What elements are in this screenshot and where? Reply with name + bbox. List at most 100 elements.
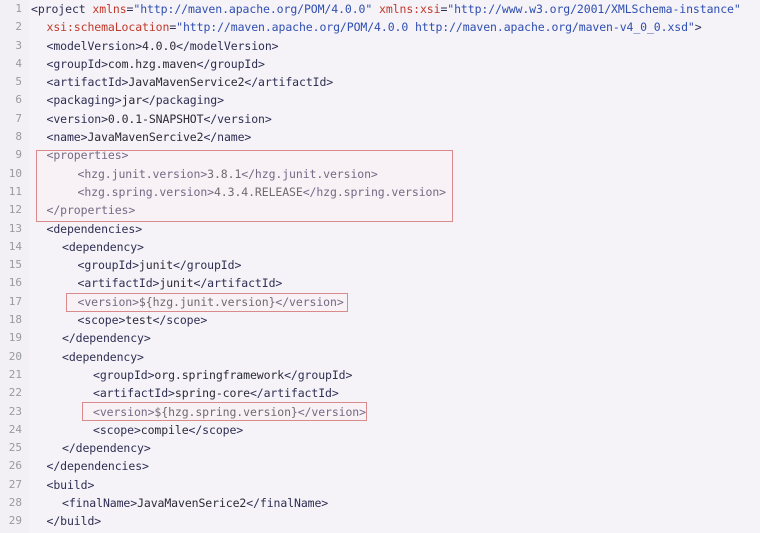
line-number: 27 xyxy=(8,477,22,491)
code-line[interactable]: 3 <modelVersion>4.0.0</modelVersion> xyxy=(0,37,760,55)
line-number: 29 xyxy=(8,514,22,528)
code-text: <project xmlns="http://maven.apache.org/… xyxy=(31,0,741,18)
code-text: </dependency> xyxy=(62,329,151,347)
code-line[interactable]: 18 <scope>test</scope> xyxy=(0,311,760,329)
token-tag: </version> xyxy=(275,294,344,309)
line-number: 21 xyxy=(8,367,22,381)
token-tag: </modelVersion> xyxy=(176,38,279,53)
code-line[interactable]: 1 <project xmlns="http://maven.apache.org… xyxy=(0,0,760,18)
token-tag: </finalName> xyxy=(246,496,329,511)
token-tag: </scope> xyxy=(188,422,244,437)
token-tag: </artifactId> xyxy=(193,276,283,291)
token-tag: </dependencies> xyxy=(46,459,149,474)
code-text: <groupId>junit</groupId> xyxy=(78,256,242,274)
code-line[interactable]: 2 xsi:schemaLocation="http://maven.apache… xyxy=(0,18,760,36)
code-text: <groupId>com.hzg.maven</groupId> xyxy=(47,55,265,73)
code-line[interactable]: 28 <finalName>JavaMavenSerice2</finalName… xyxy=(0,494,760,512)
code-line[interactable]: 6 <packaging>jar</packaging> xyxy=(0,91,760,109)
code-text: <build> xyxy=(47,476,95,494)
code-line[interactable]: 9 <properties> xyxy=(0,146,760,164)
code-line[interactable]: 10 <hzg.junit.version>3.8.1</hzg.junit.ve… xyxy=(0,165,760,183)
token-attr: xmlns xyxy=(92,2,127,16)
line-number: 9 xyxy=(15,148,22,162)
code-line[interactable]: 16 <artifactId>junit</artifactId> xyxy=(0,274,760,292)
line-number: 24 xyxy=(8,422,22,436)
token-tag: <scope> xyxy=(93,422,141,437)
code-line[interactable]: 21 <groupId>org.springframework</groupId> xyxy=(0,366,760,384)
line-number: 7 xyxy=(15,111,22,125)
token-txt: junit xyxy=(138,258,174,273)
token-tag: <dependency> xyxy=(62,239,144,254)
code-line[interactable]: 20 <dependency> xyxy=(0,348,760,366)
token-tag: </build> xyxy=(46,514,102,529)
token-tag xyxy=(372,2,379,16)
token-tag: <version> xyxy=(93,404,155,419)
line-number: 23 xyxy=(8,404,22,418)
code-line[interactable]: 14 <dependency> xyxy=(0,238,760,256)
code-text: <packaging>jar</packaging> xyxy=(46,91,225,109)
token-attr: xsi:schemaLocation xyxy=(46,20,170,35)
code-line[interactable]: 22 <artifactId>spring-core</artifactId> xyxy=(0,384,760,402)
token-tag: <properties> xyxy=(46,148,129,163)
token-tag: <artifactId> xyxy=(93,386,175,401)
code-line[interactable]: 5 <artifactId>JavaMavenService2</artifact… xyxy=(0,73,760,91)
token-tag: <groupId> xyxy=(46,56,109,71)
code-text: <version>0.0.1-SNAPSHOT</version> xyxy=(47,110,272,128)
token-attrval: "http://maven.apache.org/POM/4.0.0" xyxy=(133,2,373,16)
token-tag: <groupId> xyxy=(77,258,140,273)
code-line[interactable]: 25 </dependency> xyxy=(0,439,760,457)
token-tag: <name> xyxy=(46,130,88,145)
line-number: 18 xyxy=(8,313,22,327)
code-text: <name>JavaMavenSercive2</name> xyxy=(47,128,252,146)
line-number: 2 xyxy=(15,20,22,34)
code-line[interactable]: 24 <scope>compile</scope> xyxy=(0,421,760,439)
code-line[interactable]: 29 </build> xyxy=(0,512,760,530)
code-text: <finalName>JavaMavenSerice2</finalName> xyxy=(62,494,328,512)
line-number: 11 xyxy=(8,184,22,198)
code-text: <artifactId>spring-core</artifactId> xyxy=(93,384,339,402)
code-line[interactable]: 23 <version>${hzg.spring.version}</versio… xyxy=(0,403,760,421)
token-tag: </hzg.spring.version> xyxy=(302,184,446,199)
token-tag: </artifactId> xyxy=(244,75,334,90)
code-text: </dependencies> xyxy=(47,457,149,475)
token-tag: </groupId> xyxy=(284,367,353,382)
token-txt: jar xyxy=(121,93,143,108)
xml-code-editor[interactable]: 1 <project xmlns="http://maven.apache.org… xyxy=(0,0,760,533)
token-txt: 3.8.1 xyxy=(207,166,242,181)
token-attr: xmlns:xsi xyxy=(379,2,441,16)
code-text: <hzg.spring.version>4.3.4.RELEASE</hzg.s… xyxy=(78,183,447,201)
code-text: <scope>test</scope> xyxy=(78,311,208,329)
token-txt: ${hzg.spring.version} xyxy=(154,404,298,419)
code-text: xsi:schemaLocation="http://maven.apache.… xyxy=(47,18,702,36)
token-txt: junit xyxy=(159,276,194,291)
code-line[interactable]: 13 <dependencies> xyxy=(0,220,760,238)
code-line[interactable]: 7 <version>0.0.1-SNAPSHOT</version> xyxy=(0,110,760,128)
line-number: 20 xyxy=(8,349,22,363)
token-txt: JavaMavenService2 xyxy=(128,75,245,90)
token-tag: <packaging> xyxy=(46,93,122,108)
code-line[interactable]: 15 <groupId>junit</groupId> xyxy=(0,256,760,274)
code-line[interactable]: 26 </dependencies> xyxy=(0,457,760,475)
code-line[interactable]: 4 <groupId>com.hzg.maven</groupId> xyxy=(0,55,760,73)
code-line[interactable]: 8 <name>JavaMavenSercive2</name> xyxy=(0,128,760,146)
code-text: <version>${hzg.junit.version}</version> xyxy=(78,293,344,311)
line-number: 1 xyxy=(15,2,22,15)
code-line[interactable]: 27 <build> xyxy=(0,476,760,494)
code-line[interactable]: 11 <hzg.spring.version>4.3.4.RELEASE</hzg… xyxy=(0,183,760,201)
code-content-area[interactable]: 1 <project xmlns="http://maven.apache.org… xyxy=(0,0,760,531)
token-tag: <version> xyxy=(46,111,109,126)
token-txt: JavaMavenSercive2 xyxy=(87,130,204,145)
token-tag: <scope> xyxy=(77,313,126,328)
code-line[interactable]: 17 <version>${hzg.junit.version}</version… xyxy=(0,293,760,311)
line-number: 14 xyxy=(8,239,22,253)
code-line[interactable]: 19 </dependency> xyxy=(0,329,760,347)
code-line[interactable]: 12 </properties> xyxy=(0,201,760,219)
token-tag: </artifactId> xyxy=(249,386,339,401)
code-text: <dependency> xyxy=(62,238,144,256)
token-txt: 0.0.1-SNAPSHOT xyxy=(107,111,204,126)
code-text: <properties> xyxy=(47,146,129,164)
token-tag: > xyxy=(694,20,702,35)
line-number: 10 xyxy=(8,166,22,180)
token-tag: <project xyxy=(31,2,93,16)
code-text: <modelVersion>4.0.0</modelVersion> xyxy=(47,37,279,55)
